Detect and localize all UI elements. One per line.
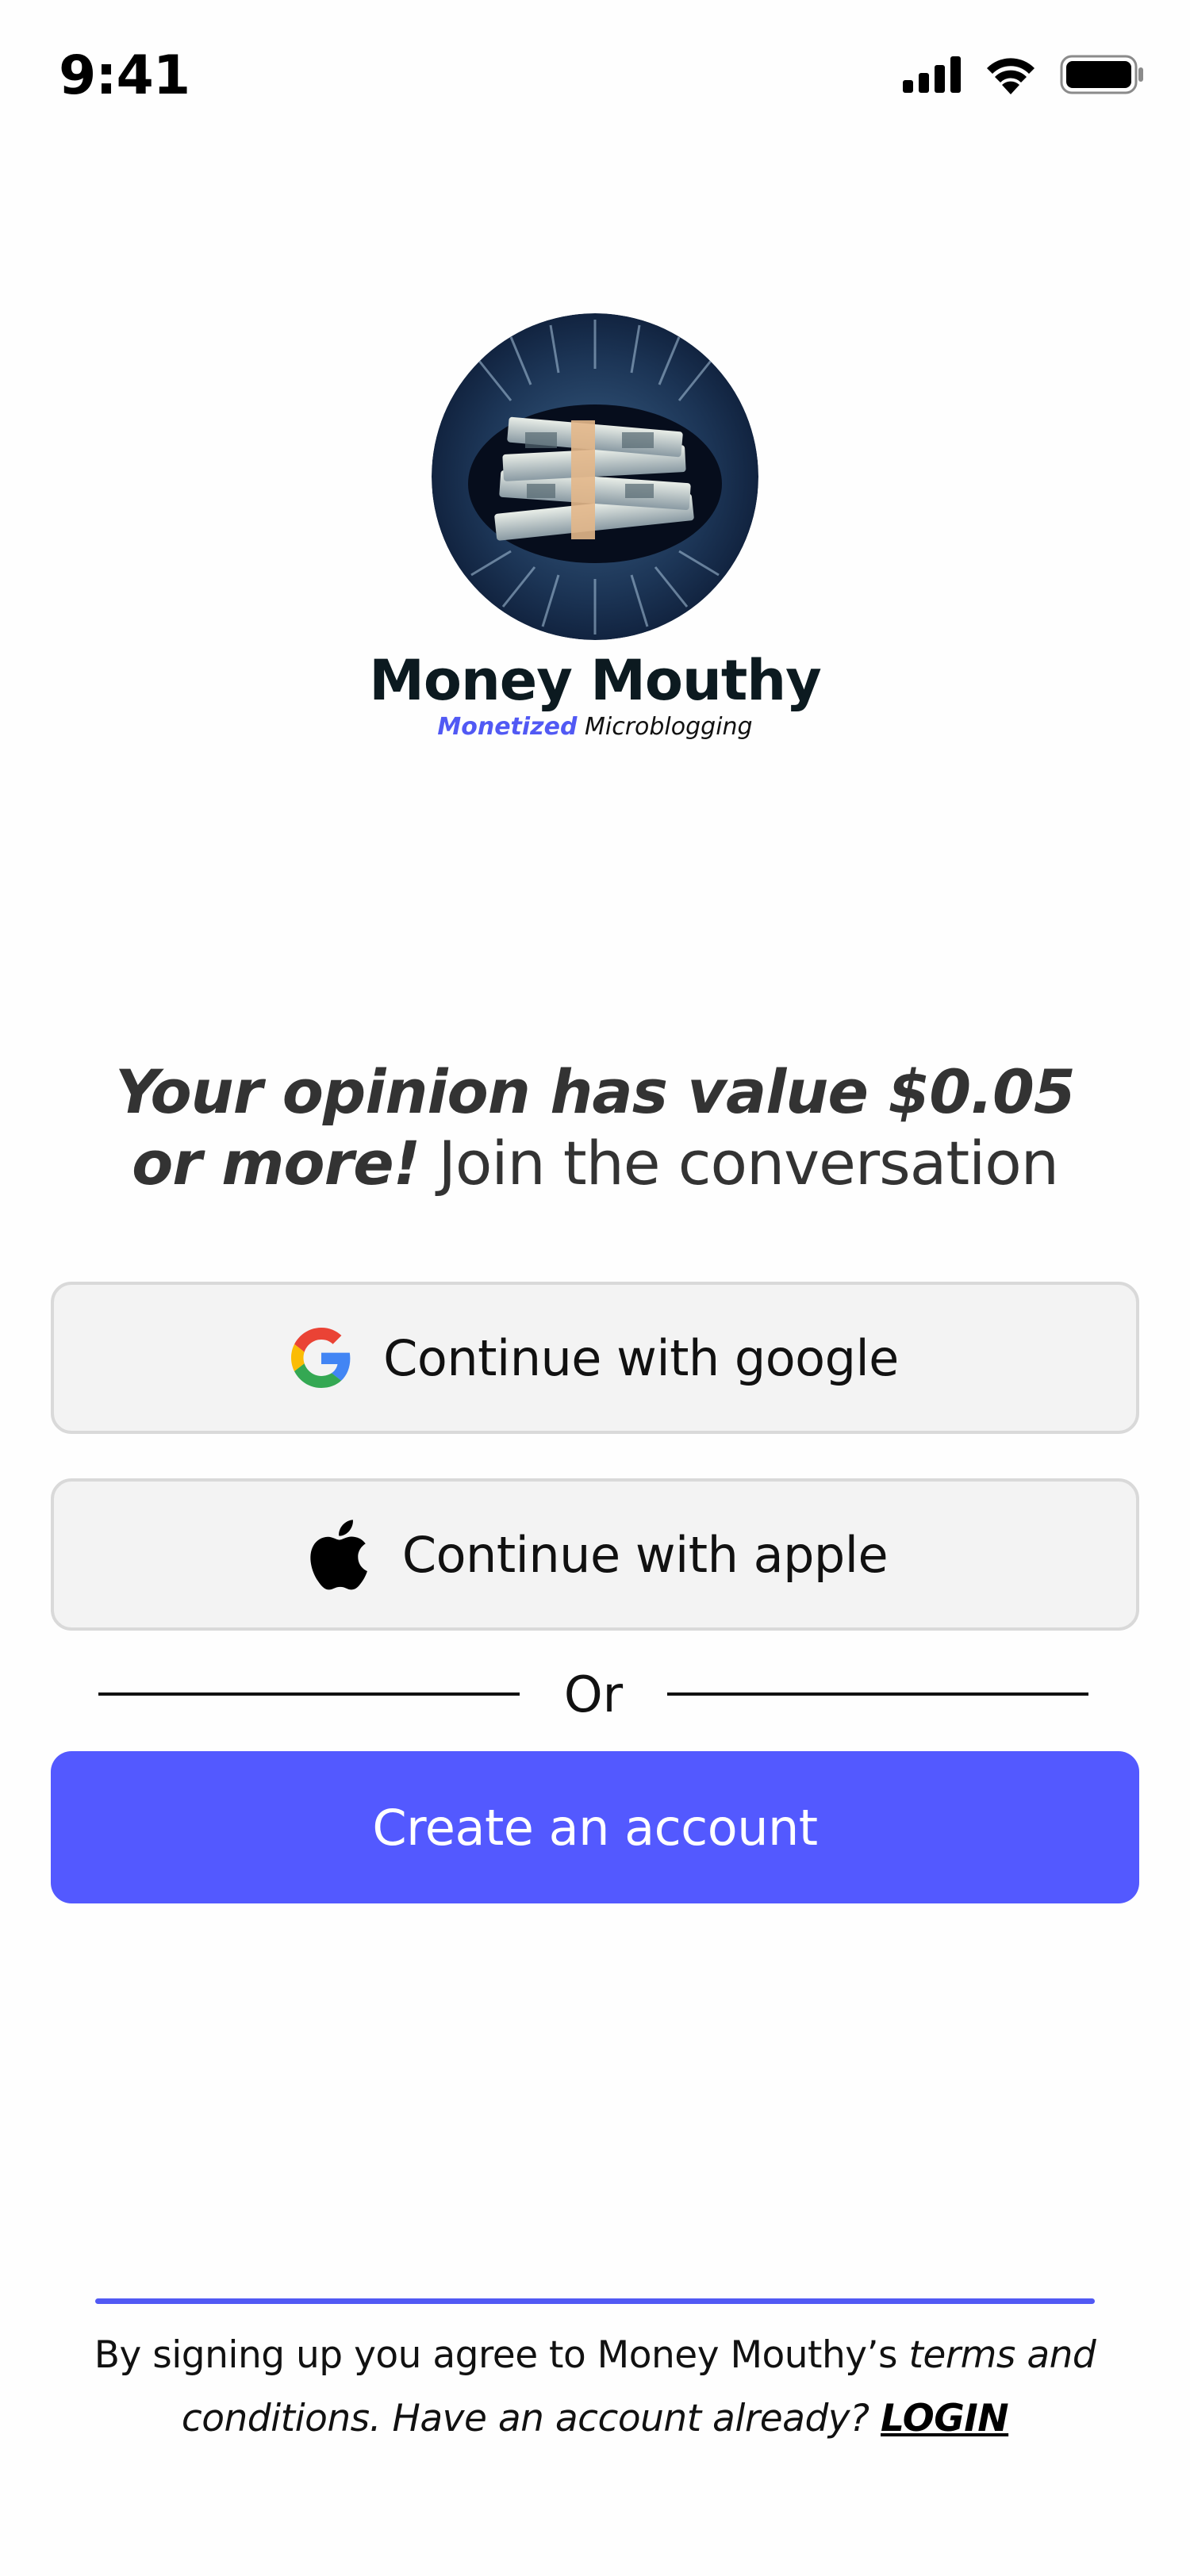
or-label: Or bbox=[563, 1665, 624, 1723]
tagline-rest: Microblogging bbox=[577, 713, 753, 741]
continue-with-apple-button[interactable]: Continue with apple bbox=[51, 1478, 1139, 1631]
footer-divider bbox=[95, 2298, 1095, 2304]
apple-icon bbox=[310, 1520, 367, 1590]
cellular-signal-icon bbox=[903, 56, 961, 93]
status-bar: 9:41 bbox=[0, 0, 1190, 151]
money-lips-logo bbox=[432, 313, 758, 640]
headline-rest: Join the conversation bbox=[420, 1128, 1058, 1198]
headline: Your opinion has value $0.05 or more! Jo… bbox=[79, 1056, 1111, 1199]
google-icon bbox=[291, 1328, 351, 1388]
footer-prefix: By signing up you agree to Money Mouthy’… bbox=[94, 2333, 909, 2377]
tagline-accent: Monetized bbox=[437, 713, 578, 741]
battery-icon bbox=[1060, 55, 1143, 94]
brand-name: Money Mouthy bbox=[369, 648, 822, 713]
or-divider: Or bbox=[98, 1662, 1089, 1726]
create-account-label: Create an account bbox=[372, 1798, 818, 1857]
status-time: 9:41 bbox=[59, 44, 190, 107]
continue-with-google-button[interactable]: Continue with google bbox=[51, 1282, 1139, 1434]
status-icons bbox=[903, 51, 1144, 98]
footer-have-account: Have an account already? bbox=[381, 2397, 881, 2440]
brand-tagline: Monetized Microblogging bbox=[0, 711, 1190, 743]
login-link[interactable]: LOGIN bbox=[881, 2397, 1009, 2440]
apple-button-label: Continue with apple bbox=[401, 1525, 889, 1584]
divider-line-left bbox=[98, 1692, 520, 1696]
wifi-icon bbox=[987, 58, 1035, 94]
create-account-button[interactable]: Create an account bbox=[51, 1751, 1139, 1903]
signup-screen: 9:41 Money Mouthy Monetized Microbloggin… bbox=[0, 0, 1190, 2576]
brand-block: Money Mouthy Monetized Microblogging bbox=[0, 313, 1190, 743]
divider-line-right bbox=[667, 1692, 1089, 1696]
google-button-label: Continue with google bbox=[383, 1328, 899, 1387]
footer-legal-text: By signing up you agree to Money Mouthy’… bbox=[79, 2324, 1111, 2451]
